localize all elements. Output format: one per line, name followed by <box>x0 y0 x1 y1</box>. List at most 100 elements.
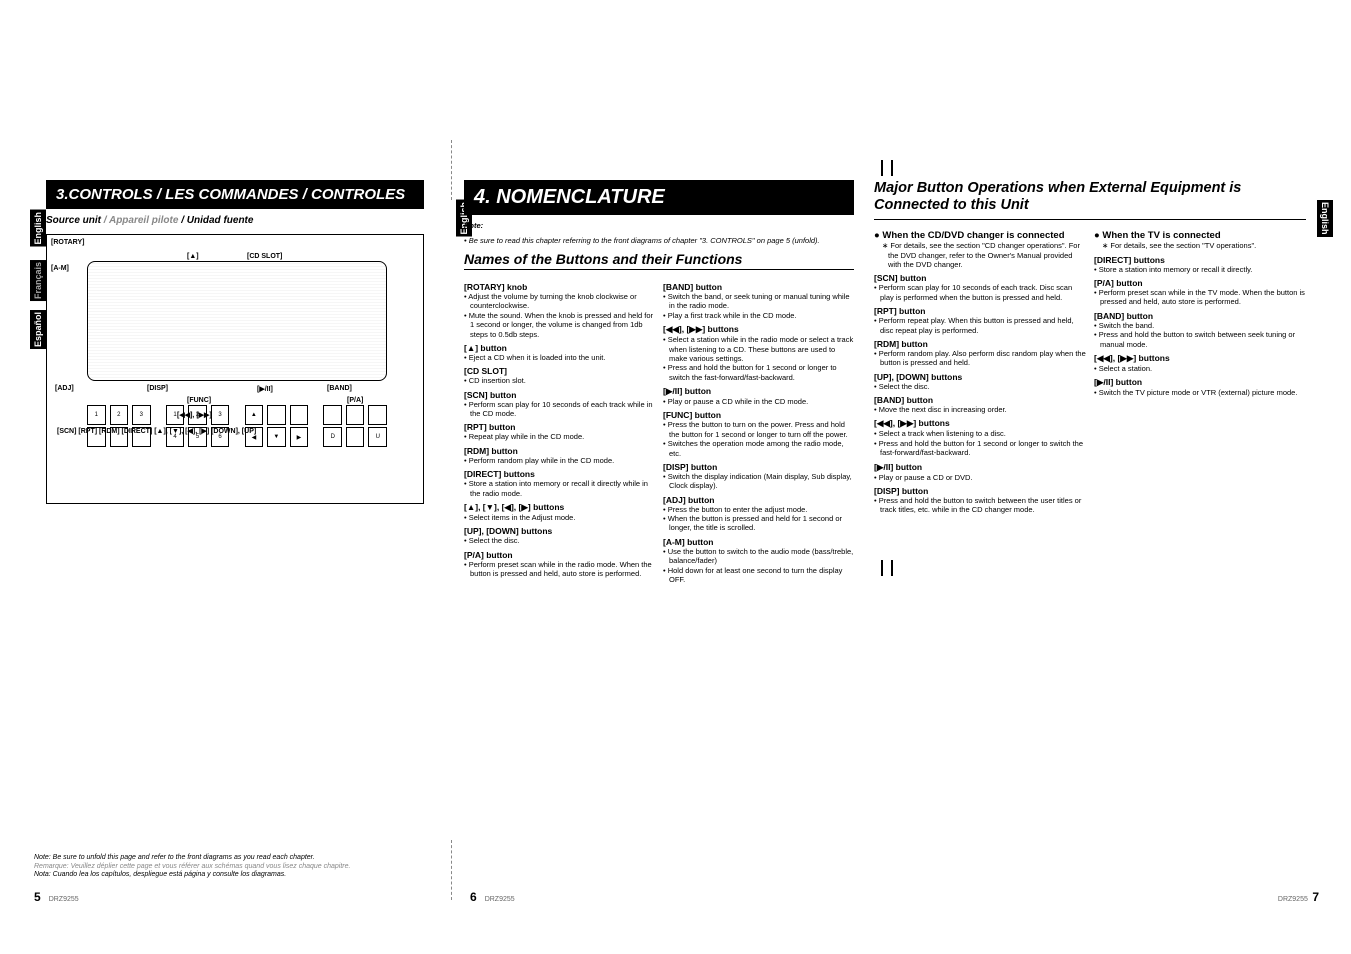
callout-eject: [▲] <box>187 253 199 260</box>
tv-items: [DIRECT] buttonsStore a station into mem… <box>1094 255 1306 398</box>
function-desc: Perform random play. Also perform disc r… <box>874 349 1086 368</box>
function-desc: Perform repeat play. When this button is… <box>874 316 1086 335</box>
functions-col-b: [BAND] buttonSwitch the band, or seek tu… <box>663 278 854 584</box>
function-desc: Perform preset scan while in the radio m… <box>464 560 655 579</box>
function-heading: [FUNC] button <box>663 410 854 420</box>
function-heading: [A-M] button <box>663 537 854 547</box>
callout-adj: [ADJ] <box>55 385 74 392</box>
function-desc: Use the button to switch to the audio mo… <box>663 547 854 585</box>
function-desc: Play or pause a CD or DVD. <box>874 473 1086 482</box>
function-heading: [RDM] button <box>874 339 1086 349</box>
page-number-7: DRZ9255 7 <box>1278 890 1327 904</box>
function-heading: [▲] button <box>464 343 655 353</box>
function-heading: [BAND] button <box>663 282 854 292</box>
function-desc: Switch the TV picture mode or VTR (exter… <box>1094 388 1306 397</box>
function-heading: [BAND] button <box>874 395 1086 405</box>
callout-disp: [DISP] <box>147 385 168 392</box>
function-heading: [CD SLOT] <box>464 366 655 376</box>
button-row-labels: [SCN] [RPT] [RDM] [DIRECT] [▲], [▼], [◀]… <box>57 427 413 435</box>
source-unit-es: / Unidad fuente <box>178 215 253 226</box>
fold-mark <box>881 160 883 176</box>
function-heading: [DIRECT] buttons <box>1094 255 1306 265</box>
function-desc: Switch the band.Press and hold the butto… <box>1094 321 1306 349</box>
function-desc: Perform scan play for 10 seconds of each… <box>874 283 1086 302</box>
major-button-ops-title: Major Button Operations when External Eq… <box>874 180 1306 213</box>
fold-mark <box>891 160 893 176</box>
function-desc: Repeat play while in the CD mode. <box>464 432 655 441</box>
function-heading: [P/A] button <box>1094 278 1306 288</box>
cd-changer-head: When the CD/DVD changer is connected <box>874 230 1086 241</box>
function-heading: [◀◀], [▶▶] buttons <box>874 418 1086 429</box>
callout-am: [A-M] <box>51 265 69 272</box>
btn-blank <box>346 405 365 425</box>
function-heading: [SCN] button <box>874 273 1086 283</box>
source-unit-fr: / Appareil pilote <box>101 215 178 226</box>
cd-changer-items: [SCN] buttonPerform scan play for 10 sec… <box>874 273 1086 514</box>
function-desc: Play or pause a CD while in the CD mode. <box>663 397 854 406</box>
btn-3: 3 <box>132 405 151 425</box>
function-desc: Store a station into memory or recall it… <box>1094 265 1306 274</box>
source-unit-en: Source unit <box>46 215 101 226</box>
function-desc: Select items in the Adjust mode. <box>464 513 655 522</box>
front-panel-diagram: [ROTARY] [A-M] [▲] [CD SLOT] [ADJ] [DISP… <box>46 234 424 504</box>
btn-blank <box>368 405 387 425</box>
function-heading: [◀◀], [▶▶] buttons <box>1094 353 1306 364</box>
function-heading: [▶/II] button <box>1094 377 1306 388</box>
function-heading: [▲], [▼], [◀], [▶] buttons <box>464 502 655 513</box>
function-desc: Select a track when listening to a disc.… <box>874 429 1086 457</box>
function-heading: [▶/II] button <box>874 462 1086 473</box>
callout-band: [BAND] <box>327 385 352 392</box>
page-7: Major Button Operations when External Eq… <box>870 180 1330 954</box>
function-heading: [P/A] button <box>464 550 655 560</box>
remote-button-row-1: 1 2 3 1 2 3 ▲ <box>87 405 387 425</box>
function-heading: [DISP] button <box>874 486 1086 496</box>
page-6: 4. NOMENCLATURE Note: • Be sure to read … <box>440 180 870 954</box>
btn-d3: 3 <box>211 405 230 425</box>
function-desc: Select the disc. <box>464 536 655 545</box>
manual-spread: English Français Español English English… <box>0 0 1351 954</box>
tv-intro: For details, see the section "TV operati… <box>1094 241 1306 250</box>
function-heading: [DISP] button <box>663 462 854 472</box>
function-desc: Press and hold the button to switch betw… <box>874 496 1086 515</box>
unfold-note-es: Nota: Cuando lea los capítulos, desplieg… <box>34 871 434 880</box>
source-unit-label: Source unit / Appareil pilote / Unidad f… <box>46 215 424 226</box>
btn-up-icon: ▲ <box>245 405 264 425</box>
function-desc: Press the button to turn on the power. P… <box>663 420 854 458</box>
function-heading: [UP], [DOWN] buttons <box>464 526 655 536</box>
function-heading: [RPT] button <box>464 422 655 432</box>
callout-playpause: [▶/II] <box>257 385 273 393</box>
function-desc: Select a station while in the radio mode… <box>663 335 854 382</box>
section-4-header: 4. NOMENCLATURE <box>464 180 854 215</box>
ext-equip-two-column: When the CD/DVD changer is connected For… <box>874 224 1306 514</box>
function-heading: [BAND] button <box>1094 311 1306 321</box>
function-heading: [DIRECT] buttons <box>464 469 655 479</box>
function-heading: [ROTARY] knob <box>464 282 655 292</box>
unfold-note-fr: Remarque: Veuillez déplier cette page et… <box>34 863 434 872</box>
function-heading: [UP], [DOWN] buttons <box>874 372 1086 382</box>
functions-two-column: [ROTARY] knobAdjust the volume by turnin… <box>464 278 854 584</box>
names-of-buttons-title: Names of the Buttons and their Functions <box>464 251 854 270</box>
function-heading: [▶/II] button <box>663 386 854 397</box>
page-number-5: 5DRZ9255 <box>34 890 79 904</box>
function-desc: Move the next disc in increasing order. <box>874 405 1086 414</box>
cd-changer-intro: For details, see the section "CD changer… <box>874 241 1086 269</box>
head-unit-outline <box>87 261 387 381</box>
btn-1: 1 <box>87 405 106 425</box>
function-desc: Switch the display indication (Main disp… <box>663 472 854 491</box>
function-desc: Select a station. <box>1094 364 1306 373</box>
function-desc: Perform random play while in the CD mode… <box>464 456 655 465</box>
function-heading: [SCN] button <box>464 390 655 400</box>
page-5: 3.CONTROLS / LES COMMANDES / CONTROLES S… <box>0 180 440 954</box>
function-desc: Perform preset scan while in the TV mode… <box>1094 288 1306 307</box>
page-number-6: 6DRZ9255 <box>470 890 515 904</box>
function-desc: CD insertion slot. <box>464 376 655 385</box>
tv-head: When the TV is connected <box>1094 230 1306 241</box>
section-3-header: 3.CONTROLS / LES COMMANDES / CONTROLES <box>46 180 424 209</box>
btn-2: 2 <box>110 405 129 425</box>
function-heading: [ADJ] button <box>663 495 854 505</box>
function-heading: [RDM] button <box>464 446 655 456</box>
callout-rotary: [ROTARY] <box>51 239 84 246</box>
function-desc: Store a station into memory or recall it… <box>464 479 655 498</box>
function-desc: Press the button to enter the adjust mod… <box>663 505 854 533</box>
btn-blank <box>267 405 286 425</box>
